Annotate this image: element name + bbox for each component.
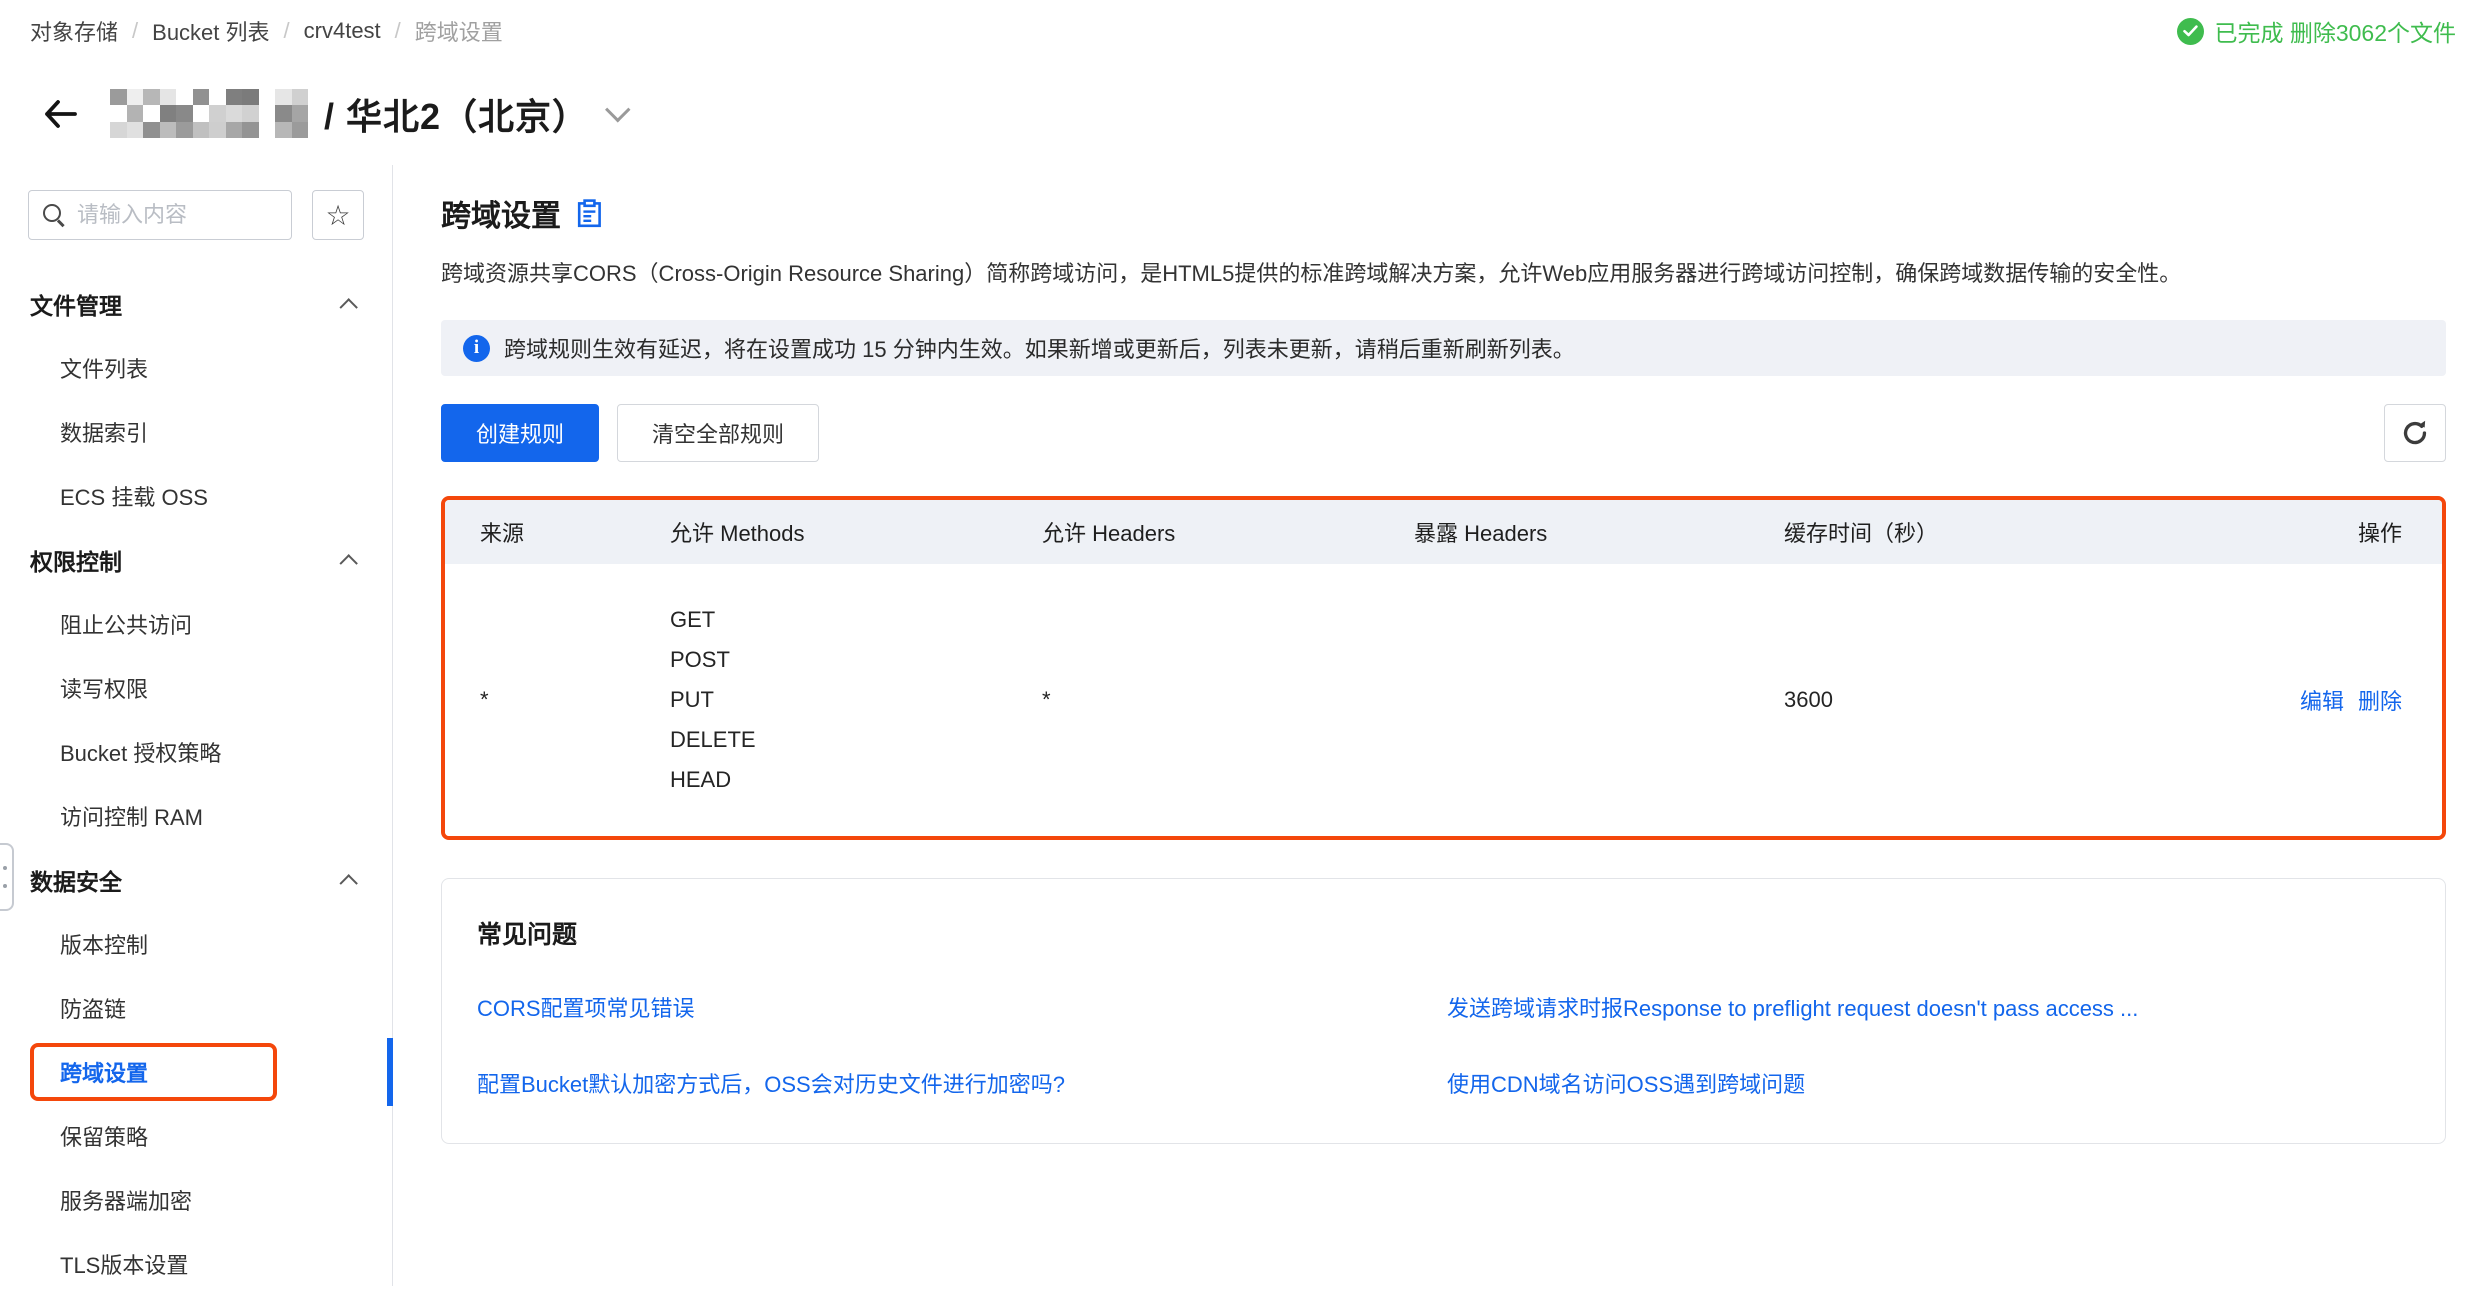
faq-link-bucket-encryption[interactable]: 配置Bucket默认加密方式后，OSS会对历史文件进行加密吗?: [477, 1067, 1447, 1099]
chevron-up-icon: [339, 874, 357, 892]
column-header-methods: 允许 Methods: [670, 516, 1042, 548]
cors-description: 跨域资源共享CORS（Cross-Origin Resource Sharing…: [441, 257, 2446, 290]
method-item: HEAD: [670, 760, 1042, 800]
chevron-up-icon: [339, 298, 357, 316]
main-content: 跨域设置 跨域资源共享CORS（Cross-Origin Resource Sh…: [394, 165, 2486, 1286]
sidebar-item-ram-access-control[interactable]: 访问控制 RAM: [0, 784, 392, 848]
breadcrumb-item-bucket[interactable]: crv4test: [304, 18, 381, 44]
faq-link-preflight[interactable]: 发送跨域请求时报Response to preflight request do…: [1447, 991, 2410, 1023]
breadcrumb-item-current: 跨域设置: [415, 15, 503, 47]
nav-group-file-management[interactable]: 文件管理: [0, 272, 392, 336]
info-banner-text: 跨域规则生效有延迟，将在设置成功 15 分钟内生效。如果新增或更新后，列表未更新…: [504, 332, 1575, 364]
method-item: PUT: [670, 680, 1042, 720]
cors-rules-table: 来源 允许 Methods 允许 Headers 暴露 Headers 缓存时间…: [441, 496, 2446, 840]
column-header-allowed-headers: 允许 Headers: [1042, 516, 1414, 548]
table-row: * GET POST PUT DELETE HEAD * 3600 编辑 删除: [445, 564, 2442, 836]
faq-link-cdn-cors[interactable]: 使用CDN域名访问OSS遇到跨域问题: [1447, 1067, 2410, 1099]
search-input[interactable]: [77, 202, 277, 228]
method-item: GET: [670, 600, 1042, 640]
chevron-up-icon: [339, 554, 357, 572]
redacted-bucket-name: [110, 89, 308, 139]
breadcrumb-item-oss[interactable]: 对象存储: [30, 15, 118, 47]
refresh-icon: [2399, 417, 2431, 449]
sidebar-item-retention-policy[interactable]: 保留策略: [0, 1104, 392, 1168]
delete-rule-link[interactable]: 删除: [2358, 684, 2402, 716]
sidebar-item-label: 跨域设置: [60, 1056, 148, 1088]
table-header-row: 来源 允许 Methods 允许 Headers 暴露 Headers 缓存时间…: [445, 500, 2442, 564]
breadcrumb-separator: /: [395, 18, 401, 44]
info-banner: i 跨域规则生效有延迟，将在设置成功 15 分钟内生效。如果新增或更新后，列表未…: [441, 320, 2446, 376]
nav-group-label: 文件管理: [30, 287, 122, 321]
create-rule-button[interactable]: 创建规则: [441, 404, 599, 462]
nav-group-label: 权限控制: [30, 543, 122, 577]
sidebar-nav: 文件管理 文件列表 数据索引 ECS 挂载 OSS 权限控制 阻止公共访问 读写…: [0, 272, 392, 1296]
info-icon: i: [463, 335, 490, 362]
toolbar: 创建规则 清空全部规则: [441, 404, 2446, 462]
method-item: DELETE: [670, 720, 1042, 760]
sidebar-item-tls-version[interactable]: TLS版本设置: [0, 1232, 392, 1296]
task-status-text: 已完成 删除3062个文件: [2214, 14, 2456, 48]
sidebar-item-versioning[interactable]: 版本控制: [0, 912, 392, 976]
breadcrumb-separator: /: [284, 18, 290, 44]
faq-title: 常见问题: [477, 915, 2410, 951]
sidebar-item-data-indexing[interactable]: 数据索引: [0, 400, 392, 464]
cell-methods: GET POST PUT DELETE HEAD: [670, 600, 1042, 800]
check-circle-icon: [2177, 18, 2204, 45]
nav-group-data-security[interactable]: 数据安全: [0, 848, 392, 912]
nav-group-label: 数据安全: [30, 863, 122, 897]
star-icon: ☆: [325, 199, 350, 232]
sidebar-item-cors-settings[interactable]: 跨域设置: [0, 1040, 392, 1104]
refresh-button[interactable]: [2384, 404, 2446, 462]
clipboard-doc-icon[interactable]: [577, 199, 602, 228]
sidebar-item-file-list[interactable]: 文件列表: [0, 336, 392, 400]
page-header: / 华北2（北京）: [0, 62, 2486, 165]
column-header-exposed-headers: 暴露 Headers: [1414, 516, 1784, 548]
clear-all-rules-button[interactable]: 清空全部规则: [617, 404, 819, 462]
nav-group-access-control[interactable]: 权限控制: [0, 528, 392, 592]
column-header-cache-time: 缓存时间（秒）: [1784, 516, 2184, 548]
sidebar-item-hotlink-protection[interactable]: 防盗链: [0, 976, 392, 1040]
favorite-star-button[interactable]: ☆: [312, 190, 364, 240]
column-header-actions: 操作: [2184, 516, 2402, 548]
sidebar-collapse-handle[interactable]: [0, 843, 14, 911]
faq-card: 常见问题 CORS配置项常见错误 发送跨域请求时报Response to pre…: [441, 878, 2446, 1144]
cell-source: *: [480, 687, 670, 713]
sidebar-item-server-side-encryption[interactable]: 服务器端加密: [0, 1168, 392, 1232]
column-header-source: 来源: [480, 516, 670, 548]
faq-link-cors-errors[interactable]: CORS配置项常见错误: [477, 991, 1447, 1023]
sidebar: ☆ 文件管理 文件列表 数据索引 ECS 挂载 OSS 权限控制 阻止公共访问 …: [0, 165, 393, 1286]
breadcrumb-item-bucket-list[interactable]: Bucket 列表: [152, 15, 269, 47]
breadcrumb: 对象存储 / Bucket 列表 / crv4test / 跨域设置: [30, 15, 503, 47]
search-icon: [43, 204, 65, 226]
sidebar-item-bucket-policy[interactable]: Bucket 授权策略: [0, 720, 392, 784]
active-item-indicator: [387, 1038, 393, 1106]
cell-allowed-headers: *: [1042, 687, 1414, 713]
edit-rule-link[interactable]: 编辑: [2300, 684, 2344, 716]
breadcrumb-separator: /: [132, 18, 138, 44]
bucket-region-title: / 华北2（北京）: [324, 88, 589, 140]
top-bar: 对象存储 / Bucket 列表 / crv4test / 跨域设置 已完成 删…: [0, 0, 2486, 62]
sidebar-item-ecs-mount-oss[interactable]: ECS 挂载 OSS: [0, 464, 392, 528]
page-title: 跨域设置: [441, 191, 561, 235]
task-status-badge[interactable]: 已完成 删除3062个文件: [2177, 14, 2456, 48]
back-arrow-button[interactable]: [38, 92, 82, 136]
sidebar-item-read-write-acl[interactable]: 读写权限: [0, 656, 392, 720]
chevron-down-icon[interactable]: [605, 97, 630, 122]
sidebar-search[interactable]: [28, 190, 292, 240]
sidebar-item-block-public-access[interactable]: 阻止公共访问: [0, 592, 392, 656]
cell-cache-seconds: 3600: [1784, 687, 2184, 713]
method-item: POST: [670, 640, 1042, 680]
